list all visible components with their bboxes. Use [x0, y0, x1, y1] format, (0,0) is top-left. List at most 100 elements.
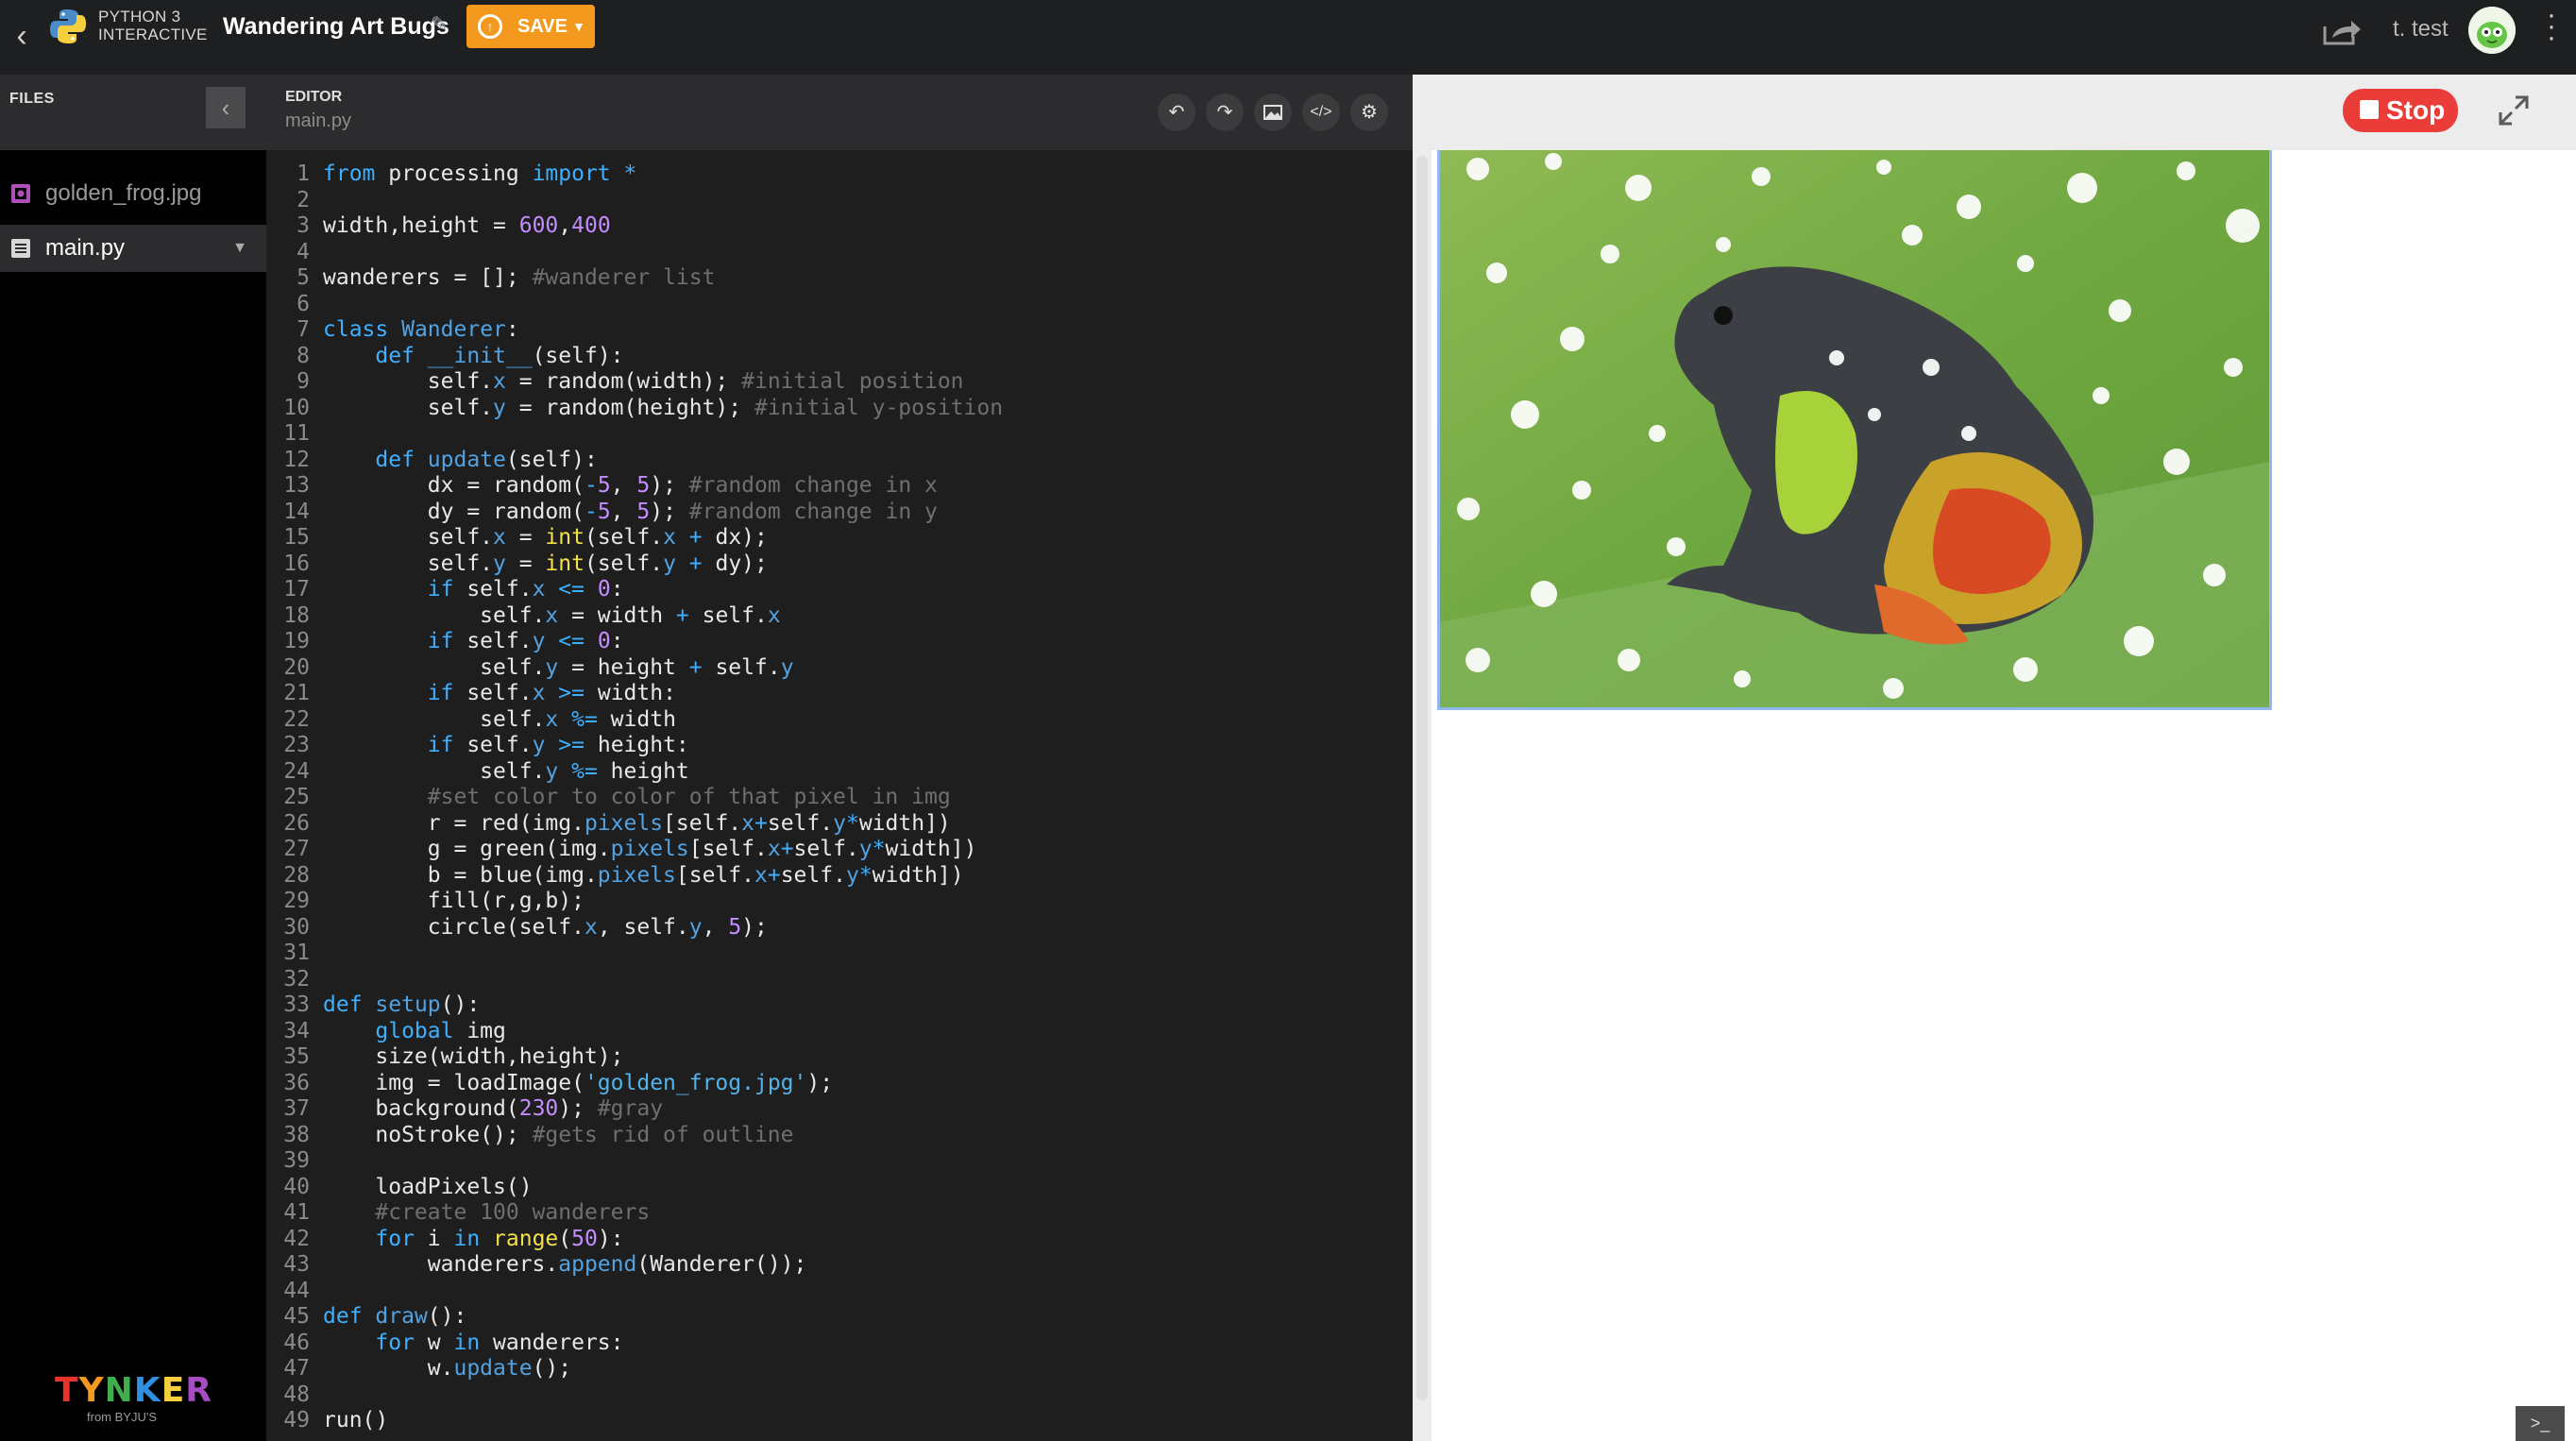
code-token: wanderers:: [480, 1330, 624, 1355]
code-line[interactable]: 46 for w in wanderers:: [266, 1331, 1396, 1357]
code-line[interactable]: 40 loadPixels(): [266, 1175, 1396, 1201]
code-token: <=: [558, 629, 585, 653]
undo-icon[interactable]: ↶: [1158, 93, 1195, 131]
code-line[interactable]: 15 self.x = int(self.x + dx);: [266, 525, 1396, 551]
line-number: 19: [283, 629, 310, 653]
collapse-panel-button[interactable]: ‹: [206, 87, 246, 128]
code-token: x: [741, 810, 754, 836]
editor-scrollbar[interactable]: [1396, 150, 1413, 1441]
code-line[interactable]: 5 wanderers = []; #wanderer list: [266, 265, 1396, 292]
expand-icon[interactable]: [2495, 92, 2533, 129]
code-line[interactable]: 31: [266, 941, 1396, 967]
code-token: range: [493, 1226, 559, 1251]
code-line[interactable]: 9 self.x = random(width); #initial posit…: [266, 369, 1396, 396]
code-line[interactable]: 25 #set color to color of that pixel in …: [266, 785, 1396, 811]
code-area[interactable]: 1 from processing import * 2 3 width,height …: [266, 161, 1396, 1441]
code-line[interactable]: 32: [266, 967, 1396, 993]
code-line[interactable]: 24 self.y %= height: [266, 759, 1396, 786]
code-line[interactable]: 10 self.y = random(height); #initial y-p…: [266, 396, 1396, 422]
share-icon[interactable]: [2321, 15, 2363, 47]
code-line[interactable]: 16 self.y = int(self.y + dy);: [266, 551, 1396, 578]
code-line[interactable]: 39: [266, 1148, 1396, 1175]
code-token: self.: [323, 602, 546, 628]
image-icon[interactable]: [1254, 93, 1292, 131]
code-line[interactable]: 37 background(230); #gray: [266, 1096, 1396, 1123]
line-number: 1: [297, 161, 310, 186]
code-line[interactable]: 1 from processing import *: [266, 161, 1396, 188]
code-line[interactable]: 41 #create 100 wanderers: [266, 1200, 1396, 1227]
code-icon[interactable]: </>: [1302, 93, 1340, 131]
code-line[interactable]: 47 w.update();: [266, 1356, 1396, 1382]
code-line[interactable]: 23 if self.y >= height:: [266, 733, 1396, 759]
code-line[interactable]: 35 size(width,height);: [266, 1044, 1396, 1071]
code-token: 5: [597, 499, 611, 524]
preview-scrollbar[interactable]: [1413, 150, 1432, 1441]
code-line[interactable]: 29 fill(r,g,b);: [266, 889, 1396, 915]
code-token: <=: [558, 577, 585, 602]
code-token: def: [375, 447, 415, 472]
stop-button[interactable]: Stop: [2343, 89, 2458, 132]
gear-icon[interactable]: ⚙: [1350, 93, 1388, 131]
chevron-down-icon[interactable]: ▼: [572, 5, 585, 48]
code-line[interactable]: 13 dx = random(-5, 5); #random change in…: [266, 473, 1396, 500]
code-line[interactable]: 42 for i in range(50):: [266, 1227, 1396, 1253]
code-line[interactable]: 49 run(): [266, 1408, 1396, 1434]
code-line[interactable]: 8 def __init__(self):: [266, 344, 1396, 370]
file-item-main-py[interactable]: main.py ▼: [0, 225, 266, 272]
line-number: 47: [283, 1356, 310, 1381]
code-line[interactable]: 3 width,height = 600,400: [266, 213, 1396, 240]
code-line[interactable]: 7 class Wanderer:: [266, 317, 1396, 344]
code-line[interactable]: 22 self.x %= width: [266, 707, 1396, 734]
code-line[interactable]: 48: [266, 1382, 1396, 1409]
chevron-down-icon[interactable]: ▼: [232, 225, 247, 272]
code-token: height: [597, 758, 689, 784]
code-token: self.: [453, 577, 533, 602]
code-token: 50: [571, 1226, 598, 1251]
code-line[interactable]: 45 def draw():: [266, 1304, 1396, 1331]
code-line[interactable]: 20 self.y = height + self.y: [266, 655, 1396, 682]
code-line[interactable]: 18 self.x = width + self.x: [266, 603, 1396, 630]
code-line[interactable]: 4: [266, 240, 1396, 266]
avatar[interactable]: [2468, 7, 2516, 54]
code-line[interactable]: 2: [266, 188, 1396, 214]
code-token: y: [532, 733, 546, 757]
code-token: import: [532, 161, 611, 186]
project-title[interactable]: Wandering Art Bugs: [223, 9, 449, 43]
scrollbar-thumb[interactable]: [1416, 156, 1428, 1400]
redo-icon[interactable]: ↷: [1206, 93, 1244, 131]
code-line[interactable]: 6: [266, 292, 1396, 318]
code-line[interactable]: 43 wanderers.append(Wanderer());: [266, 1252, 1396, 1279]
terminal-icon[interactable]: >_: [2516, 1406, 2565, 1441]
code-line[interactable]: 28 b = blue(img.pixels[self.x+self.y*wid…: [266, 863, 1396, 890]
editor-panel: EDITOR main.py ↶ ↷ </> ⚙ 1 from processin…: [266, 75, 1413, 1441]
code-line[interactable]: 36 img = loadImage('golden_frog.jpg');: [266, 1071, 1396, 1097]
code-line[interactable]: 21 if self.x >= width:: [266, 681, 1396, 707]
code-line[interactable]: 11: [266, 421, 1396, 448]
code-line[interactable]: 26 r = red(img.pixels[self.x+self.y*widt…: [266, 811, 1396, 838]
username[interactable]: t. test: [2393, 13, 2449, 45]
pencil-icon[interactable]: ✎: [431, 12, 455, 37]
code-line[interactable]: 44: [266, 1279, 1396, 1305]
code-line[interactable]: 30 circle(self.x, self.y, 5);: [266, 915, 1396, 941]
line-number: 28: [283, 862, 310, 888]
code-line[interactable]: 33 def setup():: [266, 992, 1396, 1019]
output-canvas[interactable]: [1437, 150, 2272, 710]
code-token: 0: [597, 629, 611, 653]
code-line[interactable]: 38 noStroke(); #gets rid of outline: [266, 1123, 1396, 1149]
code-line[interactable]: 17 if self.x <= 0:: [266, 577, 1396, 603]
code-line[interactable]: 34 global img: [266, 1019, 1396, 1045]
file-name: main.py: [45, 235, 126, 261]
chevron-left-icon[interactable]: ‹: [8, 17, 36, 55]
code-token: for: [375, 1330, 415, 1355]
more-menu-icon[interactable]: · · ·: [2540, 1, 2563, 52]
line-number: 22: [283, 706, 310, 732]
code-line[interactable]: 12 def update(self):: [266, 448, 1396, 474]
code-line[interactable]: 19 if self.y <= 0:: [266, 629, 1396, 655]
save-button[interactable]: ↑ SAVE ▼: [466, 5, 595, 48]
file-item-golden-frog[interactable]: golden_frog.jpg: [0, 170, 266, 217]
code-token: >=: [558, 733, 585, 757]
code-line[interactable]: 14 dy = random(-5, 5); #random change in…: [266, 500, 1396, 526]
code-line[interactable]: 27 g = green(img.pixels[self.x+self.y*wi…: [266, 837, 1396, 863]
